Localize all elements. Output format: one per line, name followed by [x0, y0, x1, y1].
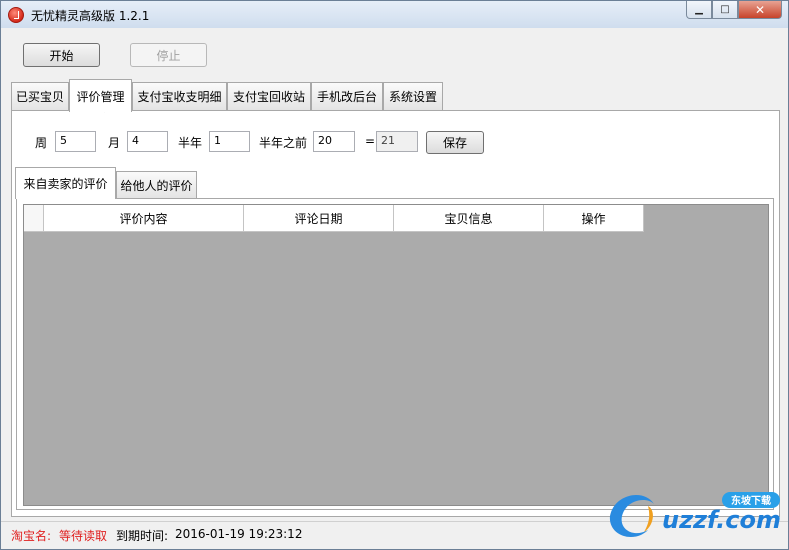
- week-label: 周: [35, 136, 48, 150]
- shop-name-label: 淘宝名:: [11, 529, 52, 543]
- close-button[interactable]: ✕: [738, 1, 782, 19]
- month-field[interactable]: 4: [127, 131, 168, 152]
- app-window: 无忧精灵高级版 1.2.1 ▁ □ ✕ 开始 停止 已买宝贝 评价管理 支付宝收…: [0, 0, 789, 550]
- maximize-button[interactable]: □: [712, 1, 738, 19]
- window-title: 无忧精灵高级版 1.2.1: [31, 9, 150, 23]
- table-header: 评价内容 评论日期 宝贝信息 操作: [24, 205, 644, 232]
- tab-purchased[interactable]: 已买宝贝: [11, 82, 69, 110]
- watermark-text: uzzf.com: [662, 506, 781, 534]
- tab-to-others[interactable]: 给他人的评价: [116, 171, 197, 198]
- month-label: 月: [108, 136, 121, 150]
- tab-settings[interactable]: 系统设置: [383, 82, 443, 110]
- tab-from-sellers[interactable]: 来自卖家的评价: [15, 167, 116, 199]
- tab-mobile-backend[interactable]: 手机改后台: [311, 82, 383, 110]
- halfyear-field[interactable]: 1: [209, 131, 250, 152]
- total-field: 21: [376, 131, 418, 152]
- column-item-info[interactable]: 宝贝信息: [394, 205, 544, 232]
- column-review-date[interactable]: 评论日期: [244, 205, 394, 232]
- stop-button[interactable]: 停止: [130, 43, 207, 67]
- before-halfyear-field[interactable]: 20: [313, 131, 355, 152]
- halfyear-label: 半年: [178, 136, 203, 150]
- expire-value: 2016-01-19 19:23:12: [175, 527, 303, 541]
- save-button[interactable]: 保存: [426, 131, 484, 154]
- reviews-subpanel: 评价内容 评论日期 宝贝信息 操作: [16, 198, 774, 510]
- tab-alipay-details[interactable]: 支付宝收支明细: [132, 82, 227, 110]
- window-controls: ▁ □ ✕: [686, 1, 782, 20]
- equals-sign: =: [365, 134, 376, 148]
- expire-label: 到期时间:: [116, 529, 169, 543]
- tab-alipay-recycle[interactable]: 支付宝回收站: [227, 82, 311, 110]
- shop-name-value: 等待读取: [59, 529, 108, 543]
- title-bar[interactable]: 无忧精灵高级版 1.2.1 ▁ □ ✕: [1, 1, 788, 28]
- week-field[interactable]: 5: [55, 131, 96, 152]
- watermark-badge: 东坡下载: [731, 494, 771, 507]
- column-review-content[interactable]: 评价内容: [44, 205, 244, 232]
- row-header-corner: [24, 205, 44, 232]
- reviews-table[interactable]: 评价内容 评论日期 宝贝信息 操作: [23, 204, 769, 506]
- before-halfyear-label: 半年之前: [259, 136, 308, 150]
- tab-reviews[interactable]: 评价管理: [69, 79, 132, 112]
- minimize-button[interactable]: ▁: [686, 1, 712, 19]
- column-action[interactable]: 操作: [544, 205, 644, 232]
- uzzf-logo: uzzf.com 东坡下载: [609, 492, 781, 538]
- app-icon: [8, 7, 24, 23]
- start-button[interactable]: 开始: [23, 43, 100, 67]
